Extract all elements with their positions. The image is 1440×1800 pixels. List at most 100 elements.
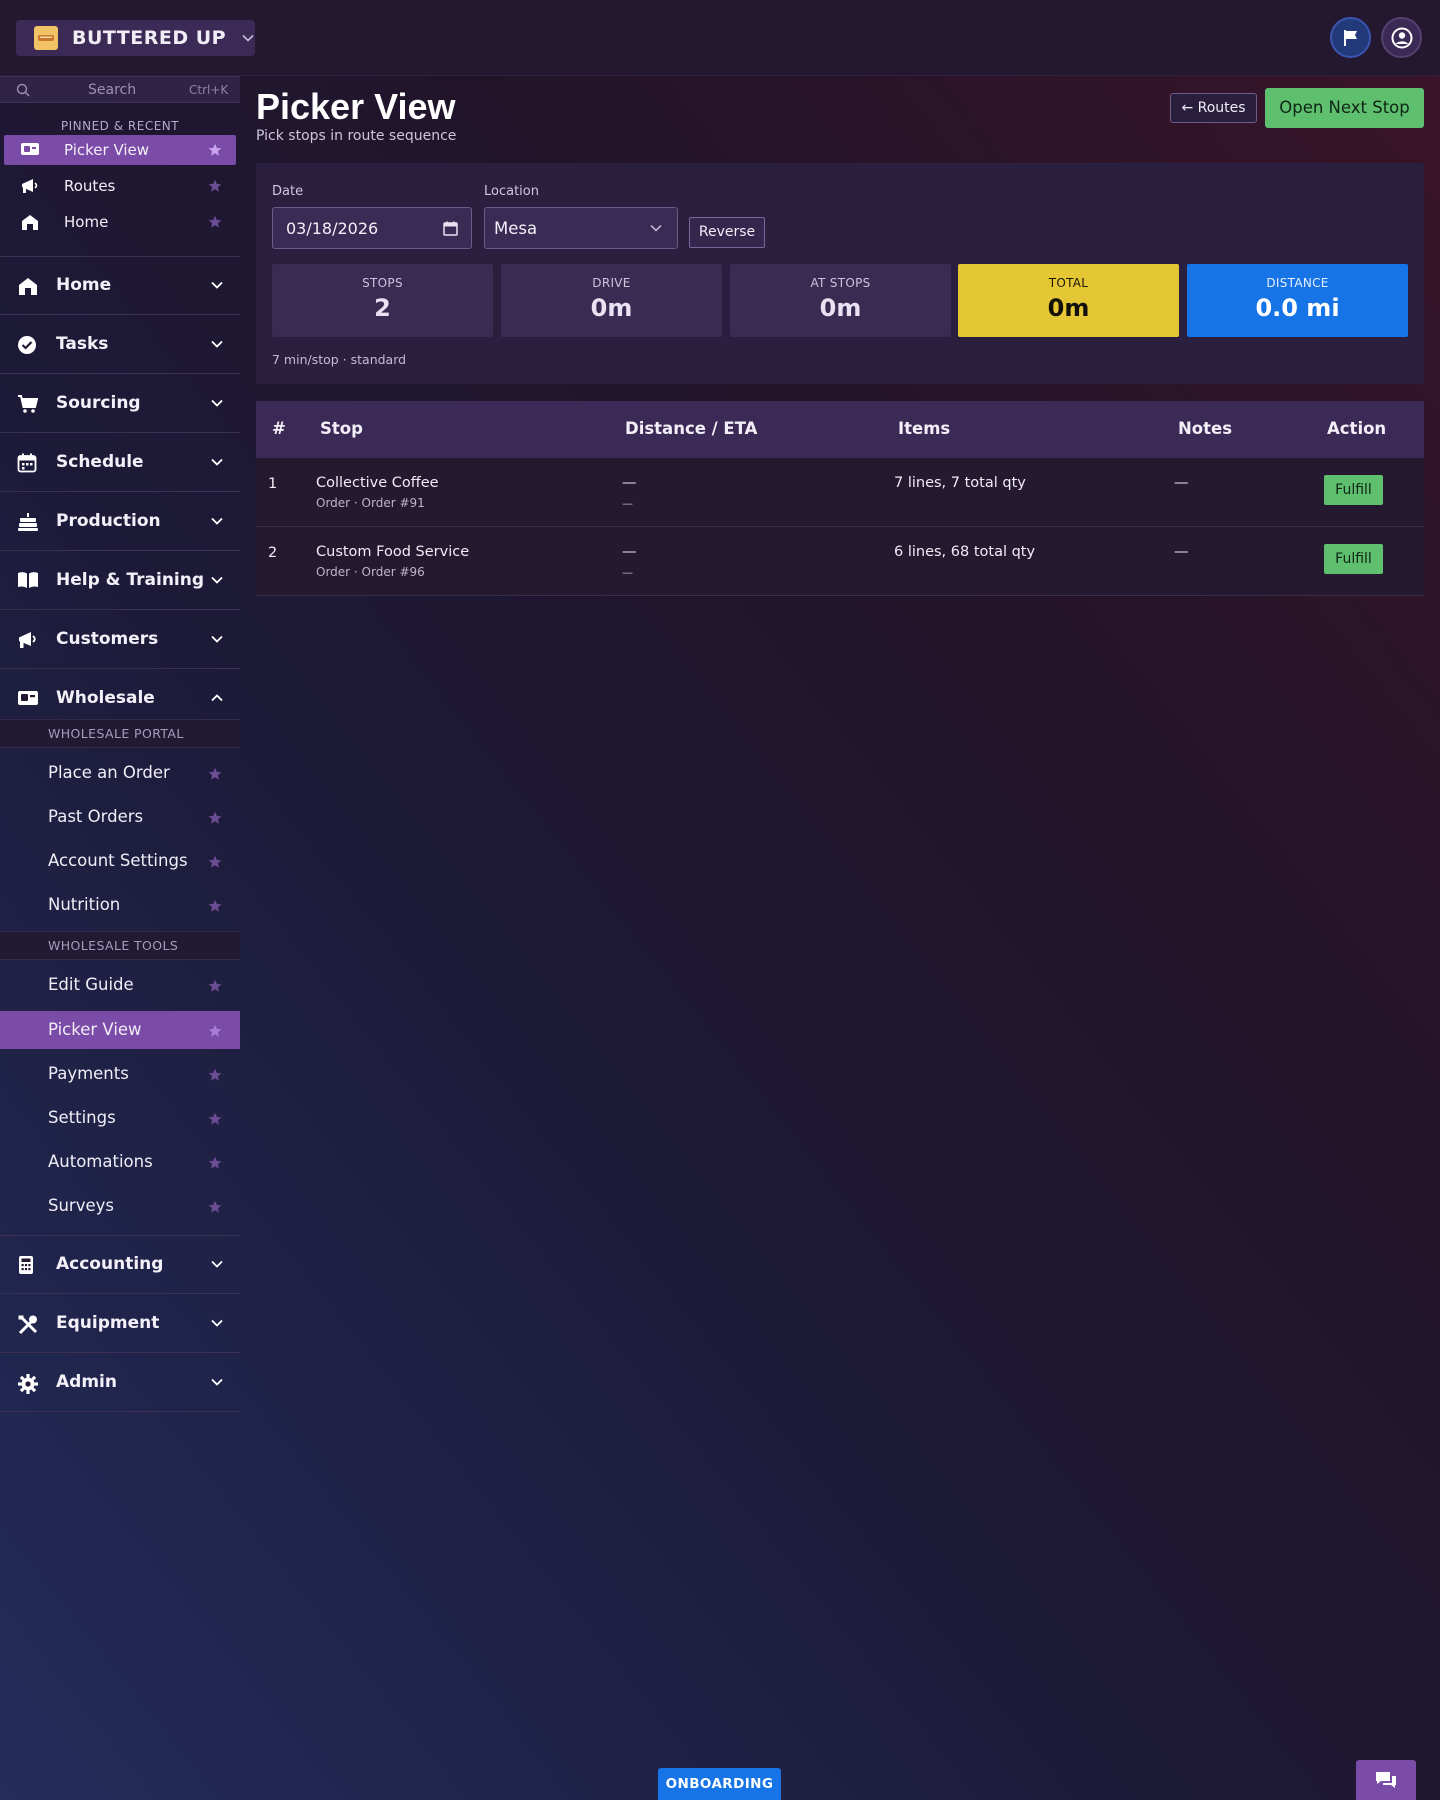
stat-caption: STOPS [362, 276, 403, 290]
stat-stops: STOPS 2 [272, 264, 493, 337]
date-input[interactable]: 03/18/2026 [272, 207, 472, 249]
book-icon [17, 571, 39, 589]
brand-switcher[interactable]: BUTTERED UP [16, 20, 255, 56]
star-icon[interactable] [208, 1068, 222, 1082]
pinned-item-routes[interactable]: Routes [4, 171, 236, 201]
star-icon[interactable] [208, 855, 222, 869]
stop-eta: — [622, 566, 633, 579]
chevron-down-icon [242, 34, 254, 42]
sidebar-item-payments[interactable]: Payments [0, 1055, 240, 1093]
sidebar-item-label: Automations [48, 1152, 153, 1171]
chevron-down-icon [211, 399, 223, 407]
sidebar-item-label: Past Orders [48, 807, 144, 826]
sidebar-item-past-orders[interactable]: Past Orders [0, 798, 240, 836]
stat-at-stops: AT STOPS 0m [730, 264, 951, 337]
nav-group-help-training[interactable]: Help & Training [0, 552, 240, 610]
search-input[interactable]: Search [88, 82, 136, 98]
pinned-item-home[interactable]: Home [4, 207, 236, 237]
star-icon[interactable] [208, 143, 222, 157]
nav-group-accounting[interactable]: Accounting [0, 1236, 240, 1294]
sidebar-item-place-an-order[interactable]: Place an Order [0, 754, 240, 792]
sidebar-item-account-settings[interactable]: Account Settings [0, 842, 240, 880]
row-number: 2 [268, 545, 278, 561]
chevron-down-icon [211, 576, 223, 584]
flag-icon [1343, 29, 1357, 46]
nav-group-customers[interactable]: Customers [0, 611, 240, 669]
megaphone-icon [17, 630, 39, 650]
nav-group-label: Equipment [56, 1313, 160, 1333]
reverse-button[interactable]: Reverse [689, 217, 765, 248]
star-icon[interactable] [208, 1112, 222, 1126]
register-icon [20, 141, 40, 157]
cart-icon [17, 394, 39, 414]
nav-group-label: Production [56, 511, 161, 531]
stop-subtitle: Order · Order #96 [316, 565, 425, 579]
pinned-item-picker-view[interactable]: Picker View [4, 135, 236, 165]
pinned-item-label: Routes [64, 177, 116, 195]
stop-distance: — [622, 544, 637, 560]
page-title: Picker View [256, 86, 456, 127]
column-header-notes: Notes [1178, 419, 1233, 438]
pinned-item-label: Picker View [64, 141, 150, 159]
nav-group-wholesale[interactable]: Wholesale [0, 670, 240, 712]
sidebar-item-label: Nutrition [48, 895, 121, 914]
star-icon[interactable] [208, 767, 222, 781]
back-to-routes-button[interactable]: ← Routes [1170, 93, 1257, 123]
stat-caption: DISTANCE [1266, 276, 1329, 290]
stop-items: 6 lines, 68 total qty [894, 544, 1036, 560]
star-icon[interactable] [208, 1024, 222, 1038]
calendar-icon[interactable] [443, 221, 458, 236]
table-row: 1 Collective Coffee Order · Order #91 — … [256, 458, 1424, 527]
star-icon[interactable] [208, 979, 222, 993]
nav-group-admin[interactable]: Admin [0, 1354, 240, 1412]
stop-notes: — [1174, 475, 1189, 491]
fulfill-button[interactable]: Fulfill [1324, 544, 1383, 574]
nav-group-label: Help & Training [56, 570, 205, 590]
nav-group-sourcing[interactable]: Sourcing [0, 375, 240, 433]
nav-group-label: Accounting [56, 1254, 164, 1274]
nav-group-home[interactable]: Home [0, 257, 240, 315]
nav-group-label: Wholesale [56, 688, 155, 708]
user-menu-button[interactable] [1381, 17, 1422, 58]
fulfill-button[interactable]: Fulfill [1324, 475, 1383, 505]
search-bar[interactable]: Search Ctrl+K [0, 76, 240, 103]
location-select[interactable]: Mesa [484, 207, 678, 249]
table-header: # Stop Distance / ETA Items Notes Action [256, 401, 1424, 458]
sidebar-item-label: Payments [48, 1064, 129, 1083]
star-icon[interactable] [208, 179, 222, 193]
sidebar-item-surveys[interactable]: Surveys [0, 1187, 240, 1225]
sidebar-item-nutrition[interactable]: Nutrition [0, 886, 240, 924]
sidebar-item-automations[interactable]: Automations [0, 1143, 240, 1181]
sidebar-item-settings[interactable]: Settings [0, 1099, 240, 1137]
chevron-down-icon [211, 458, 223, 466]
stat-caption: TOTAL [1048, 276, 1089, 290]
star-icon[interactable] [208, 215, 222, 229]
stat-distance: DISTANCE 0.0 mi [1187, 264, 1408, 337]
search-icon [16, 83, 30, 97]
nav-group-label: Customers [56, 629, 159, 649]
open-next-stop-button[interactable]: Open Next Stop [1265, 88, 1424, 128]
nav-group-label: Home [56, 275, 112, 295]
nav-group-label: Schedule [56, 452, 144, 472]
nav-group-production[interactable]: Production [0, 493, 240, 551]
chat-button[interactable] [1356, 1760, 1416, 1800]
star-icon[interactable] [208, 899, 222, 913]
star-icon[interactable] [208, 1200, 222, 1214]
flag-button[interactable] [1330, 17, 1371, 58]
nav-group-schedule[interactable]: Schedule [0, 434, 240, 492]
onboarding-button[interactable]: ONBOARDING [658, 1768, 781, 1800]
sidebar-item-edit-guide[interactable]: Edit Guide [0, 966, 240, 1004]
column-header-distance-eta: Distance / ETA [625, 419, 758, 438]
stop-items: 7 lines, 7 total qty [894, 475, 1026, 491]
nav-group-tasks[interactable]: Tasks [0, 316, 240, 374]
column-header-number: # [272, 419, 286, 438]
sidebar-item-label: Place an Order [48, 763, 170, 782]
nav-group-equipment[interactable]: Equipment [0, 1295, 240, 1353]
star-icon[interactable] [208, 1156, 222, 1170]
home-icon [17, 276, 39, 296]
chevron-down-icon [211, 1378, 223, 1386]
chevron-up-icon [211, 694, 223, 702]
star-icon[interactable] [208, 811, 222, 825]
sidebar-item-picker-view[interactable]: Picker View [0, 1011, 240, 1049]
home-icon [20, 213, 40, 231]
